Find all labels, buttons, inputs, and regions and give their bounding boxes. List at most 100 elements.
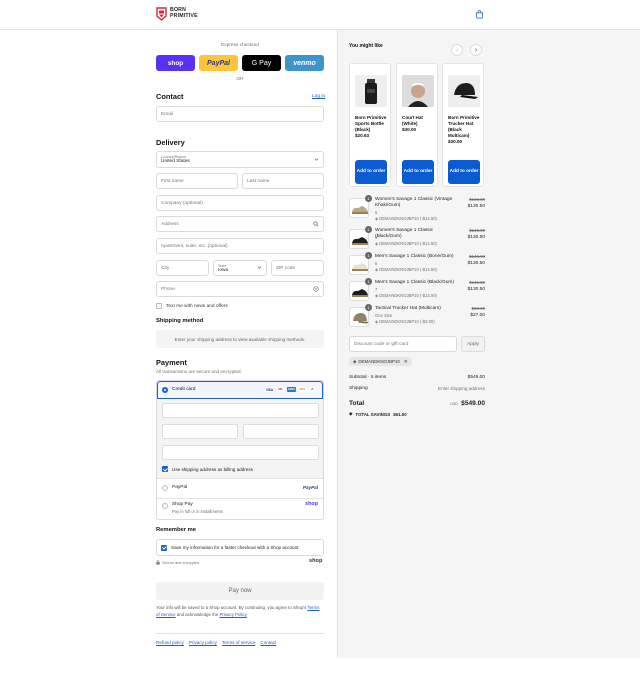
tag-icon: ◈ — [375, 293, 379, 298]
credit-card-label: Credit card — [172, 387, 196, 392]
carousel-prev-button[interactable]: ‹ — [451, 44, 463, 56]
credit-card-radio[interactable] — [162, 387, 168, 393]
total-savings: ◈ TOTAL SAVINGS $61.00 — [349, 411, 407, 417]
total-amount: USD $549.00 — [425, 400, 485, 407]
refund-policy-link[interactable]: Refund policy — [156, 640, 184, 645]
apartment-placeholder: Apartment, suite, etc. (optional) — [161, 243, 228, 249]
item-discount: ◈ DEMANDKNOJBP10 (-$14.50) — [375, 241, 437, 246]
terms-of-service-link[interactable]: Terms of service — [222, 640, 255, 645]
billing-same-checkbox[interactable] — [162, 466, 168, 472]
upsell-title: You might like — [349, 43, 383, 49]
amex-icon: AMEX — [287, 387, 296, 392]
google-pay-button[interactable]: G Pay — [242, 55, 281, 71]
last-name-input[interactable]: Last name — [242, 173, 324, 189]
company-input[interactable]: Company (optional) — [156, 195, 324, 211]
apply-button[interactable]: Apply — [461, 336, 485, 352]
contact-link[interactable]: Contact — [260, 640, 276, 645]
help-circle-icon[interactable] — [313, 286, 319, 292]
paypal-label: PayPal — [172, 485, 188, 490]
email-input[interactable]: Email — [156, 106, 324, 122]
privacy-link[interactable]: Privacy Policy — [220, 612, 247, 617]
cart-line-item: 1 Tactical Trucker Hat (Multicam) One Si… — [349, 304, 485, 328]
address-input[interactable]: Address — [156, 216, 324, 232]
address-placeholder: Address — [161, 221, 179, 227]
shipping-method-message: Enter your shipping address to view avai… — [156, 330, 324, 348]
billing-same-label: Use shipping address as billing address — [172, 466, 253, 472]
cap-icon — [448, 75, 480, 107]
item-quantity-badge: 1 — [365, 252, 372, 259]
item-name: Men's Savage 1 Classic (Bone/Gum) — [375, 254, 454, 259]
apartment-input[interactable]: Apartment, suite, etc. (optional) — [156, 238, 324, 254]
text-me-option[interactable]: Text me with news and offers — [156, 303, 228, 309]
save-info-checkbox[interactable] — [161, 544, 167, 551]
tag-icon: ◈ — [375, 241, 379, 246]
shop-pay-subtitle: Pay in full or in installments — [172, 509, 223, 514]
remove-discount-icon[interactable]: ✕ — [404, 359, 408, 365]
cap-icon — [353, 313, 368, 324]
item-discount: ◈ DEMANDKNOJBP10 (-$14.50) — [375, 216, 437, 221]
chevron-down-icon — [314, 158, 319, 161]
discount-code-input[interactable]: Discount code or gift card — [349, 336, 457, 352]
item-name: Tactical Trucker Hat (Multicam) — [375, 306, 441, 311]
add-to-order-button[interactable]: Add to order — [448, 160, 480, 184]
phone-input[interactable]: Phone — [156, 281, 324, 297]
item-variant: 5 — [375, 210, 378, 215]
express-checkout-label: Express checkout — [221, 43, 259, 48]
zip-placeholder: ZIP code — [276, 265, 296, 271]
savings-label: TOTAL SAVINGS — [355, 411, 391, 417]
text-me-checkbox[interactable] — [156, 303, 162, 309]
shipping-value: Enter shipping address — [438, 386, 485, 391]
venmo-button[interactable]: venmo — [285, 55, 324, 71]
delivery-title: Delivery — [156, 138, 185, 147]
cart-line-item: 1 Women's Savage 1 Classic (Vintage Khak… — [349, 195, 485, 221]
card-number-input[interactable] — [162, 403, 319, 418]
shopping-bag-icon[interactable] — [475, 10, 484, 19]
country-select[interactable]: Country/Region United States — [156, 151, 324, 168]
item-variant: 5 — [375, 261, 378, 266]
product-title: Born Primitive Trucker Hat (Black Multic… — [448, 115, 480, 138]
carousel-next-button[interactable]: › — [470, 44, 482, 56]
save-info-option[interactable]: Save my information for a faster checkou… — [156, 539, 324, 556]
cvv-input[interactable] — [243, 424, 319, 439]
search-icon — [313, 221, 319, 227]
paypal-radio[interactable] — [162, 485, 168, 491]
tag-icon: ◈ — [353, 358, 357, 364]
city-placeholder: City — [161, 265, 170, 271]
upsell-product-card[interactable]: Born Primitive Sports Bottle (Black) $20… — [349, 63, 391, 187]
item-original-price: $145.00 — [469, 197, 485, 202]
add-to-order-button[interactable]: Add to order — [355, 160, 387, 184]
pay-now-button[interactable]: Pay now — [156, 582, 324, 600]
product-price: $20.63 — [355, 133, 370, 138]
discover-icon: DISC — [298, 387, 307, 392]
zip-input[interactable]: ZIP code — [271, 260, 324, 276]
shop-pay-radio[interactable] — [162, 503, 168, 509]
payment-subtitle: All transactions are secure and encrypte… — [156, 369, 242, 374]
payment-options: Credit card VISA MC AMEX DISC +5 Use shi… — [156, 380, 324, 520]
add-to-order-button[interactable]: Add to order — [402, 160, 434, 184]
expiry-input[interactable] — [162, 424, 238, 439]
state-value: Iowa — [218, 267, 229, 273]
item-variant: 7 — [375, 287, 378, 292]
email-placeholder: Email — [161, 111, 173, 117]
item-discount-code: DEMANDKNOJBP10 (-$14.50) — [379, 241, 437, 246]
paypal-button[interactable]: PayPal — [199, 55, 238, 71]
upsell-product-card[interactable]: Born Primitive Trucker Hat (Black Multic… — [442, 63, 484, 187]
login-link[interactable]: Log in — [312, 94, 325, 99]
header: BORN PRIMITIVE — [0, 0, 640, 30]
item-quantity-badge: 1 — [365, 278, 372, 285]
city-input[interactable]: City — [156, 260, 209, 276]
name-on-card-input[interactable] — [162, 445, 319, 460]
product-name: Born Primitive Sports Bottle (Black) $20… — [355, 115, 389, 139]
privacy-policy-link[interactable]: Privacy policy — [189, 640, 217, 645]
item-original-price: $145.00 — [469, 228, 485, 233]
first-name-input[interactable]: First name — [156, 173, 238, 189]
item-quantity-badge: 1 — [365, 226, 372, 233]
item-discount: ◈ DEMANDKNOJBP10 (-$14.50) — [375, 267, 437, 272]
item-discount-code: DEMANDKNOJBP10 (-$14.50) — [379, 267, 437, 272]
footer-links: Refund policy Privacy policy Terms of se… — [156, 640, 281, 645]
billing-same-option[interactable]: Use shipping address as billing address — [162, 466, 253, 472]
shop-pay-button[interactable]: shop — [156, 55, 195, 71]
contact-title: Contact — [156, 92, 184, 101]
upsell-product-card[interactable]: Court Hat (White) $30.00 Add to order — [396, 63, 438, 187]
brand-logo[interactable]: BORN PRIMITIVE — [156, 7, 198, 21]
